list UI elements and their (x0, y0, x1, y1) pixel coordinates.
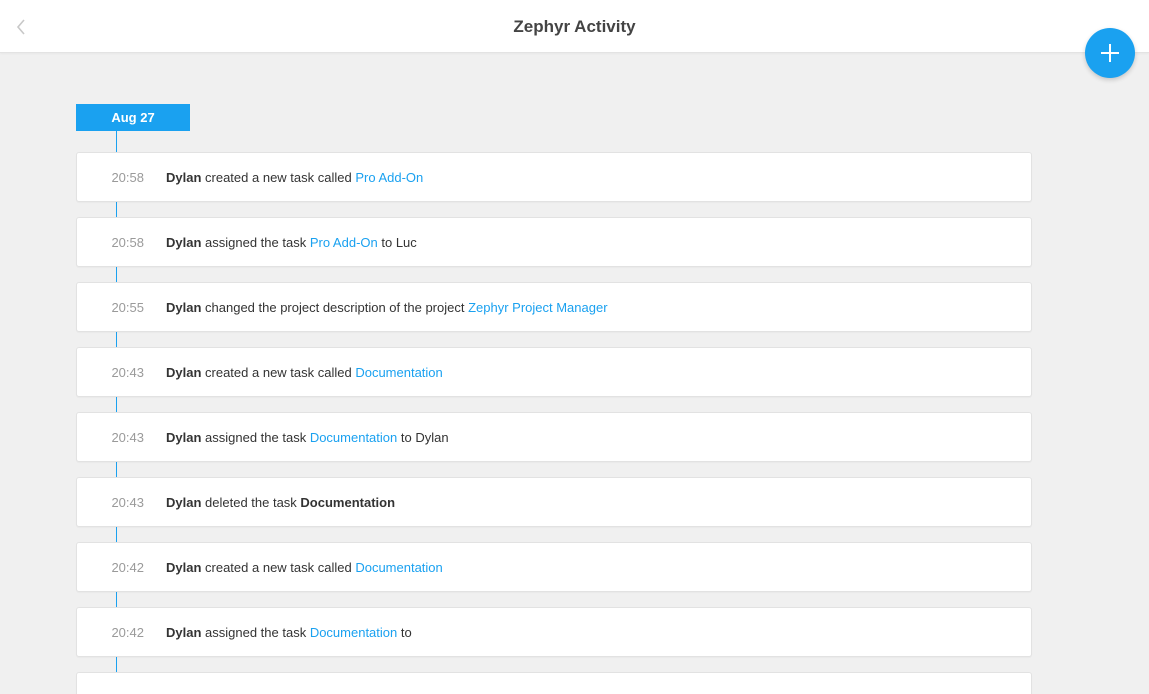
activity-time: 20:43 (111, 364, 144, 380)
activity-text: Dylan changed the project description of… (166, 300, 608, 315)
activity-target: Documentation (300, 494, 396, 510)
add-button[interactable] (1085, 28, 1135, 78)
activity-user: Dylan (166, 624, 202, 640)
activity-action: created a new task called (201, 169, 356, 185)
activity-user: Dylan (166, 559, 202, 575)
activity-action: created a new task called (201, 364, 356, 380)
activity-item: 20:43 Dylan deleted the task Documentatio… (76, 477, 1032, 527)
activity-item (76, 672, 1032, 694)
activity-link[interactable]: Pro Add-On (355, 170, 423, 185)
activity-item: 20:43 Dylan created a new task called Doc… (76, 347, 1032, 397)
activity-time: 20:43 (111, 494, 144, 510)
app-header: Zephyr Activity (0, 0, 1149, 53)
activity-time: 20:58 (111, 234, 144, 250)
activity-user: Dylan (166, 364, 202, 380)
activity-action: assigned the task (201, 429, 310, 445)
activity-action: changed the project description of the p… (201, 299, 469, 315)
page-title: Zephyr Activity (513, 17, 636, 36)
activity-time: 20:58 (111, 169, 144, 185)
activity-suffix: to Luc (377, 234, 417, 250)
activity-user: Dylan (166, 494, 202, 510)
activity-time: 20:43 (111, 429, 144, 445)
activity-text: Dylan deleted the task Documentation (166, 495, 395, 510)
activity-action: deleted the task (201, 494, 301, 510)
activity-user: Dylan (166, 299, 202, 315)
activity-text: Dylan created a new task called Document… (166, 365, 443, 380)
activity-link[interactable]: Documentation (355, 560, 442, 575)
activity-text: Dylan created a new task called Document… (166, 560, 443, 575)
activity-time: 20:55 (111, 299, 144, 315)
activity-link[interactable]: Documentation (310, 430, 397, 445)
activity-action: assigned the task (201, 234, 310, 250)
activity-item: 20:58 Dylan created a new task called Pro… (76, 152, 1032, 202)
activity-link[interactable]: Documentation (310, 625, 397, 640)
activity-time: 20:42 (111, 559, 144, 575)
activity-suffix: to (397, 624, 412, 640)
activity-user: Dylan (166, 429, 202, 445)
activity-user: Dylan (166, 169, 202, 185)
activity-text: Dylan assigned the task Documentation to… (166, 430, 449, 445)
activity-link[interactable]: Documentation (355, 365, 442, 380)
activity-item: 20:55 Dylan changed the project descripti… (76, 282, 1032, 332)
activity-text: Dylan assigned the task Documentation to (166, 625, 412, 640)
activity-action: created a new task called (201, 559, 356, 575)
activity-time: 20:42 (111, 624, 144, 640)
activity-item: 20:43 Dylan assigned the task Documentati… (76, 412, 1032, 462)
activity-suffix: to Dylan (397, 429, 449, 445)
activity-action: assigned the task (201, 624, 310, 640)
activity-link[interactable]: Pro Add-On (310, 235, 378, 250)
plus-icon (1101, 44, 1119, 62)
activity-text: Dylan created a new task called Pro Add-… (166, 170, 423, 185)
activity-item: 20:42 Dylan created a new task called Doc… (76, 542, 1032, 592)
activity-link[interactable]: Zephyr Project Manager (468, 300, 607, 315)
date-badge: Aug 27 (76, 104, 190, 131)
activity-feed: 20:58 Dylan created a new task called Pro… (76, 152, 1032, 694)
activity-user: Dylan (166, 234, 202, 250)
activity-item: 20:58 Dylan assigned the task Pro Add-On … (76, 217, 1032, 267)
activity-text: Dylan assigned the task Pro Add-On to Lu… (166, 235, 417, 250)
activity-item: 20:42 Dylan assigned the task Documentati… (76, 607, 1032, 657)
